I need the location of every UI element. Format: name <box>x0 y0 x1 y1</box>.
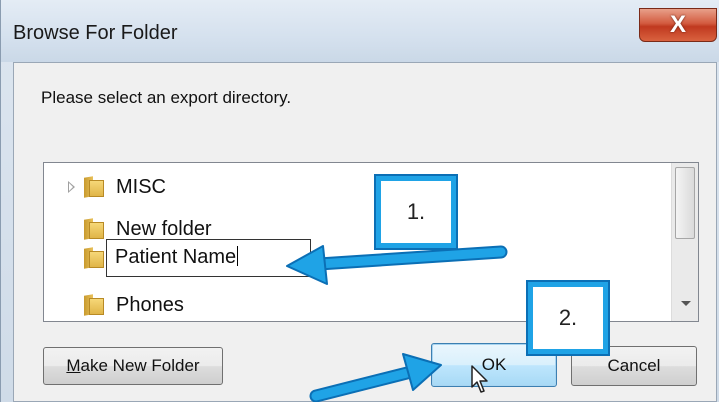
step-1-callout: 1. <box>376 176 456 248</box>
step-2-callout: 2. <box>528 282 608 354</box>
arrow-to-edit-field <box>286 245 508 285</box>
browse-for-folder-dialog: Browse For Folder X Please select an exp… <box>0 0 719 402</box>
callout-label: 2. <box>558 305 578 330</box>
callout-label: 1. <box>406 199 426 224</box>
arrow-to-ok-button <box>309 353 442 402</box>
annotation-arrows <box>286 245 508 402</box>
